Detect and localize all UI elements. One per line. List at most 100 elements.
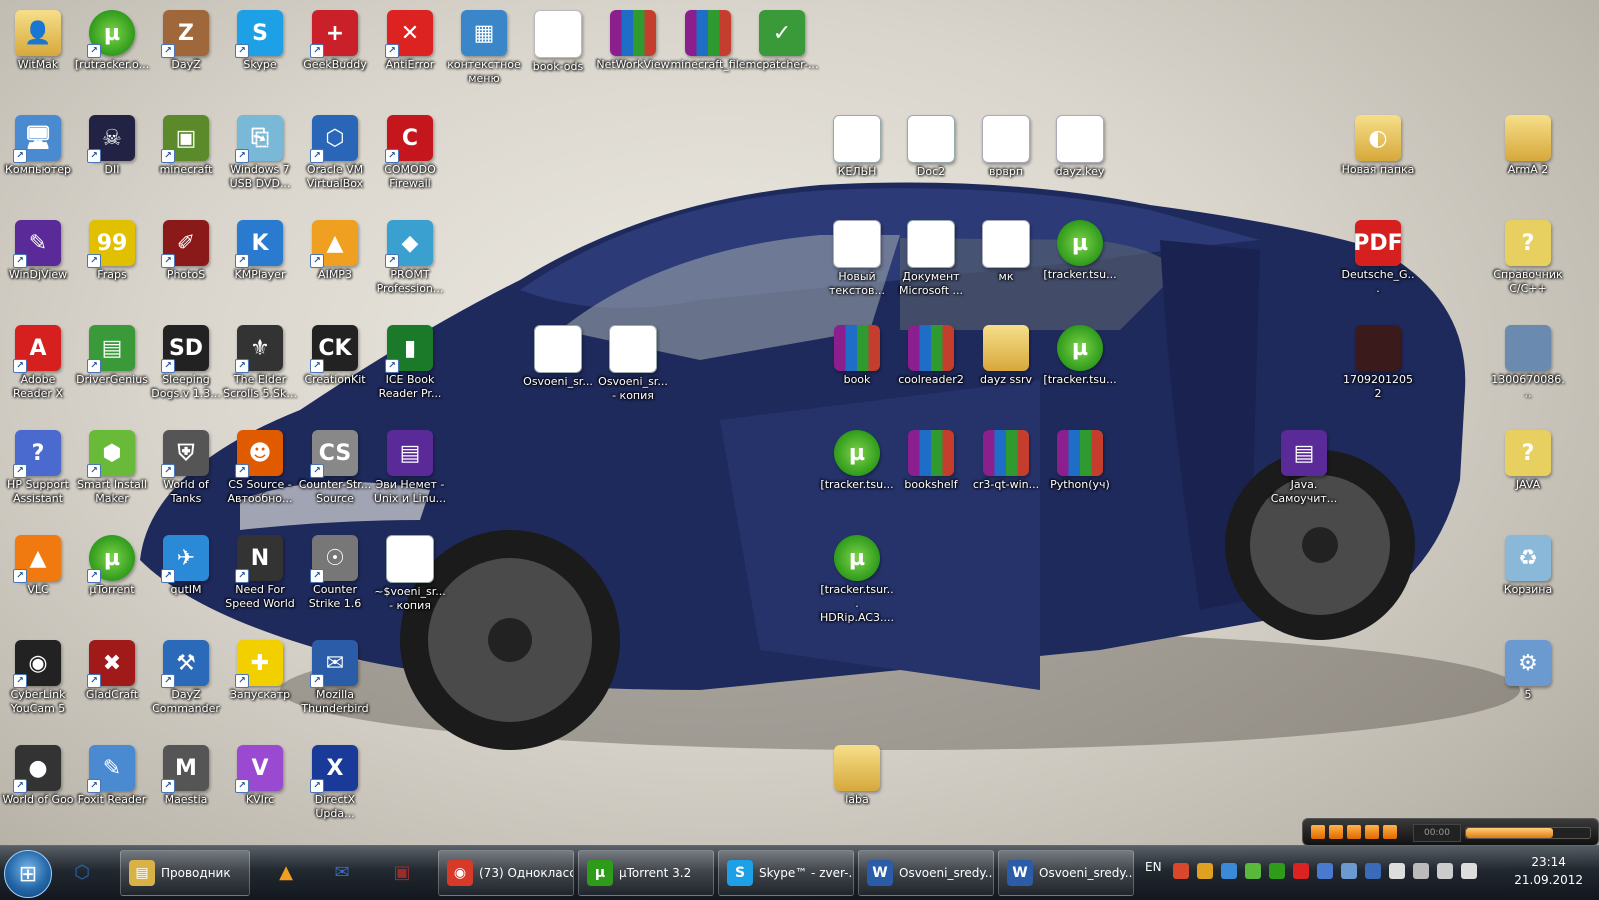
desktop-icon[interactable]: ✖ ↗ GladCraft — [74, 634, 150, 702]
desktop-icon[interactable]: врврп — [968, 109, 1044, 179]
desktop-icon[interactable]: ▮ ↗ ICE Book Reader Pr... — [372, 319, 448, 401]
desktop-icon[interactable]: ◉ ↗ CyberLink YouCam 5 — [0, 634, 76, 716]
tray-utorrent-icon[interactable] — [1269, 863, 1285, 879]
desktop-icon[interactable]: µ ↗ µTorrent — [74, 529, 150, 597]
play-icon[interactable] — [1311, 825, 1325, 839]
tray-update-icon[interactable] — [1221, 863, 1237, 879]
desktop-icon[interactable]: ✕ ↗ AntiError — [372, 4, 448, 72]
tray-shield-icon[interactable] — [1365, 863, 1381, 879]
save-disk-pin-icon[interactable]: ▣ — [382, 852, 422, 892]
desktop-icon[interactable]: мк — [968, 214, 1044, 284]
taskbar-window-button[interactable]: ◉ (73) Однокласс... — [438, 850, 574, 896]
desktop-icon[interactable]: SD ↗ Sleeping Dogs.v 1.3... — [148, 319, 224, 401]
tray-error-icon[interactable] — [1293, 863, 1309, 879]
desktop-icon[interactable]: µ [tracker.tsu... — [1042, 214, 1118, 282]
desktop-icon[interactable]: W Osvoeni_sr... - копия — [595, 319, 671, 403]
desktop-icon[interactable]: µ [tracker.tsu... — [1042, 319, 1118, 387]
stop-icon[interactable] — [1347, 825, 1361, 839]
taskbar-window-button[interactable]: W Osvoeni_sredy... — [998, 850, 1134, 896]
desktop-icon[interactable]: Python(уч) — [1042, 424, 1118, 492]
desktop-icon[interactable]: 👤 WitMak — [0, 4, 76, 72]
desktop-icon[interactable]: M ↗ Maestia — [148, 739, 224, 807]
desktop-icon[interactable]: minecraft_file — [670, 4, 746, 72]
desktop-icon[interactable]: coolreader2 — [893, 319, 969, 387]
desktop-icon[interactable]: W Документ Microsoft ... — [893, 214, 969, 298]
desktop-icon[interactable]: S ↗ Skype — [222, 4, 298, 72]
desktop-icon[interactable]: ▤ ↗ DriverGenius — [74, 319, 150, 387]
desktop-icon[interactable]: CK ↗ CreationKit — [297, 319, 373, 387]
desktop-icon[interactable]: book — [819, 319, 895, 387]
desktop-icon[interactable]: cr3-qt-win... — [968, 424, 1044, 492]
desktop-icon[interactable]: N ↗ Need For Speed World — [222, 529, 298, 611]
clock[interactable]: 23:14 21.09.2012 — [1514, 853, 1583, 889]
desktop-icon[interactable]: ArmA 2 — [1490, 109, 1566, 177]
desktop-icon[interactable]: ☉ ↗ Counter Strike 1.6 — [297, 529, 373, 611]
desktop-icon[interactable]: ? JAVA — [1490, 424, 1566, 492]
taskbar-window-button[interactable]: S Skype™ - zver-... — [718, 850, 854, 896]
desktop-icon[interactable]: ✓ mcpatcher-... — [744, 4, 820, 72]
media-player-mini[interactable]: 00:00 — [1302, 818, 1599, 846]
desktop-icon[interactable]: + ↗ GeekBuddy — [297, 4, 373, 72]
desktop-icon[interactable]: Новый текстов... — [819, 214, 895, 298]
desktop-icon[interactable]: 1300670086... — [1490, 319, 1566, 401]
language-indicator[interactable]: EN — [1145, 860, 1162, 874]
desktop-icon[interactable]: ✎ ↗ WinDjView — [0, 214, 76, 282]
taskbar-explorer-button[interactable]: ▤ Проводник — [120, 850, 250, 896]
next-icon[interactable] — [1383, 825, 1397, 839]
tray-network-tool-icon[interactable] — [1317, 863, 1333, 879]
desktop-icon[interactable]: µ [tracker.tsu... — [819, 424, 895, 492]
desktop-icon[interactable]: µ [tracker.tsur... HDRip.AC3.... — [819, 529, 895, 625]
desktop-icon[interactable]: ⬡ ↗ Oracle VM VirtualBox — [297, 109, 373, 191]
desktop-icon[interactable]: µ ↗ [rutracker.o... — [74, 4, 150, 72]
tray-notes-icon[interactable] — [1197, 863, 1213, 879]
desktop-icon[interactable]: 🖥 ↗ Компьютер — [0, 109, 76, 177]
desktop-icon[interactable]: ▲ ↗ VLC — [0, 529, 76, 597]
desktop-icon[interactable]: ♻ Корзина — [1490, 529, 1566, 597]
desktop-icon[interactable]: ▤ Java. Самоучит... — [1266, 424, 1342, 506]
desktop-icon[interactable]: ✚ ↗ Запускатр — [222, 634, 298, 702]
desktop-icon[interactable]: ✈ ↗ qutIM — [148, 529, 224, 597]
tray-chat-icon[interactable] — [1245, 863, 1261, 879]
desktop-icon[interactable]: bookshelf — [893, 424, 969, 492]
desktop-icon[interactable]: ⎘ ↗ Windows 7 USB DVD... — [222, 109, 298, 191]
start-button[interactable]: ⊞ — [4, 850, 52, 898]
desktop-icon[interactable]: W КЕЛЬН — [819, 109, 895, 179]
desktop-icon[interactable]: ✉ ↗ Mozilla Thunderbird — [297, 634, 373, 716]
desktop-icon[interactable]: K ↗ KMPlayer — [222, 214, 298, 282]
player-progress[interactable] — [1465, 827, 1591, 839]
taskbar-window-button[interactable]: W Osvoeni_sredy... — [858, 850, 994, 896]
desktop-icon[interactable]: ✎ ↗ Foxit Reader — [74, 739, 150, 807]
desktop-icon[interactable]: NetWorkView — [595, 4, 671, 72]
desktop-icon[interactable]: ⚒ ↗ DayZ Commander — [148, 634, 224, 716]
desktop-icon[interactable]: CS ↗ Counter-Str... Source — [297, 424, 373, 506]
desktop-icon[interactable]: ☻ ↗ CS Source - Автообно... — [222, 424, 298, 506]
tray-volume-icon[interactable] — [1461, 863, 1477, 879]
desktop-icon[interactable]: book-ods — [520, 4, 596, 74]
aimp-pin-icon[interactable]: ▲ — [266, 852, 306, 892]
desktop-icon[interactable]: ▤ Эви Немет - Unix и Linu... — [372, 424, 448, 506]
desktop-icon[interactable]: ☠ ↗ DII — [74, 109, 150, 177]
desktop-icon[interactable]: 17092012052 — [1340, 319, 1416, 401]
tray-printer-icon[interactable] — [1341, 863, 1357, 879]
pause-icon[interactable] — [1329, 825, 1343, 839]
desktop-icon[interactable]: C ↗ COMODO Firewall — [372, 109, 448, 191]
desktop-icon[interactable]: laba — [819, 739, 895, 807]
desktop-icon[interactable]: ✐ ↗ PhotoS — [148, 214, 224, 282]
virtualbox-pin-icon[interactable]: ⬡ — [62, 852, 102, 892]
desktop-icon[interactable]: ? Справочник С/С++ — [1490, 214, 1566, 296]
tray-action-center-icon[interactable] — [1389, 863, 1405, 879]
desktop-icon[interactable]: ⚜ ↗ The Elder Scrolls 5.Sk... — [222, 319, 298, 401]
desktop-icon[interactable]: ● ↗ World of Goo — [0, 739, 76, 807]
desktop-icon[interactable]: W Doc2 — [893, 109, 969, 179]
desktop-icon[interactable]: ⚙ 5 — [1490, 634, 1566, 702]
desktop-icon[interactable]: ? ↗ HP Support Assistant — [0, 424, 76, 506]
desktop-icon[interactable]: ⬢ ↗ Smart Install Maker — [74, 424, 150, 506]
desktop-icon[interactable]: W Osvoeni_sr... — [520, 319, 596, 389]
taskbar-window-button[interactable]: µ µTorrent 3.2 — [578, 850, 714, 896]
desktop-icon[interactable]: ▦ контекстное меню — [446, 4, 522, 86]
desktop-icon[interactable]: PDF Deutsche_G... — [1340, 214, 1416, 296]
tray-antivirus-icon[interactable] — [1173, 863, 1189, 879]
tray-safely-remove-icon[interactable] — [1413, 863, 1429, 879]
desktop-icon[interactable]: ⛨ ↗ World of Tanks — [148, 424, 224, 506]
desktop-icon[interactable]: Z ↗ DayZ — [148, 4, 224, 72]
